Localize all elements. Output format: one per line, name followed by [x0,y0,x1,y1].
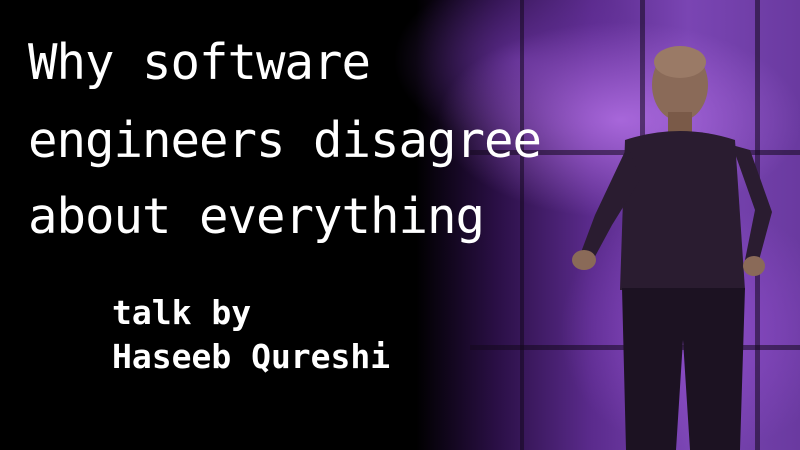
speaker-name: Haseeb Qureshi [112,337,391,376]
talk-by-label: talk by [112,293,252,332]
title-line-2: engineers disagree [28,112,542,169]
title-line-1: Why software [28,34,371,91]
speaker-photo [572,46,772,450]
video-thumbnail: Why software engineers disagree about ev… [0,0,800,450]
title-line-3: about everything [28,188,485,245]
wall-seam [520,0,524,450]
